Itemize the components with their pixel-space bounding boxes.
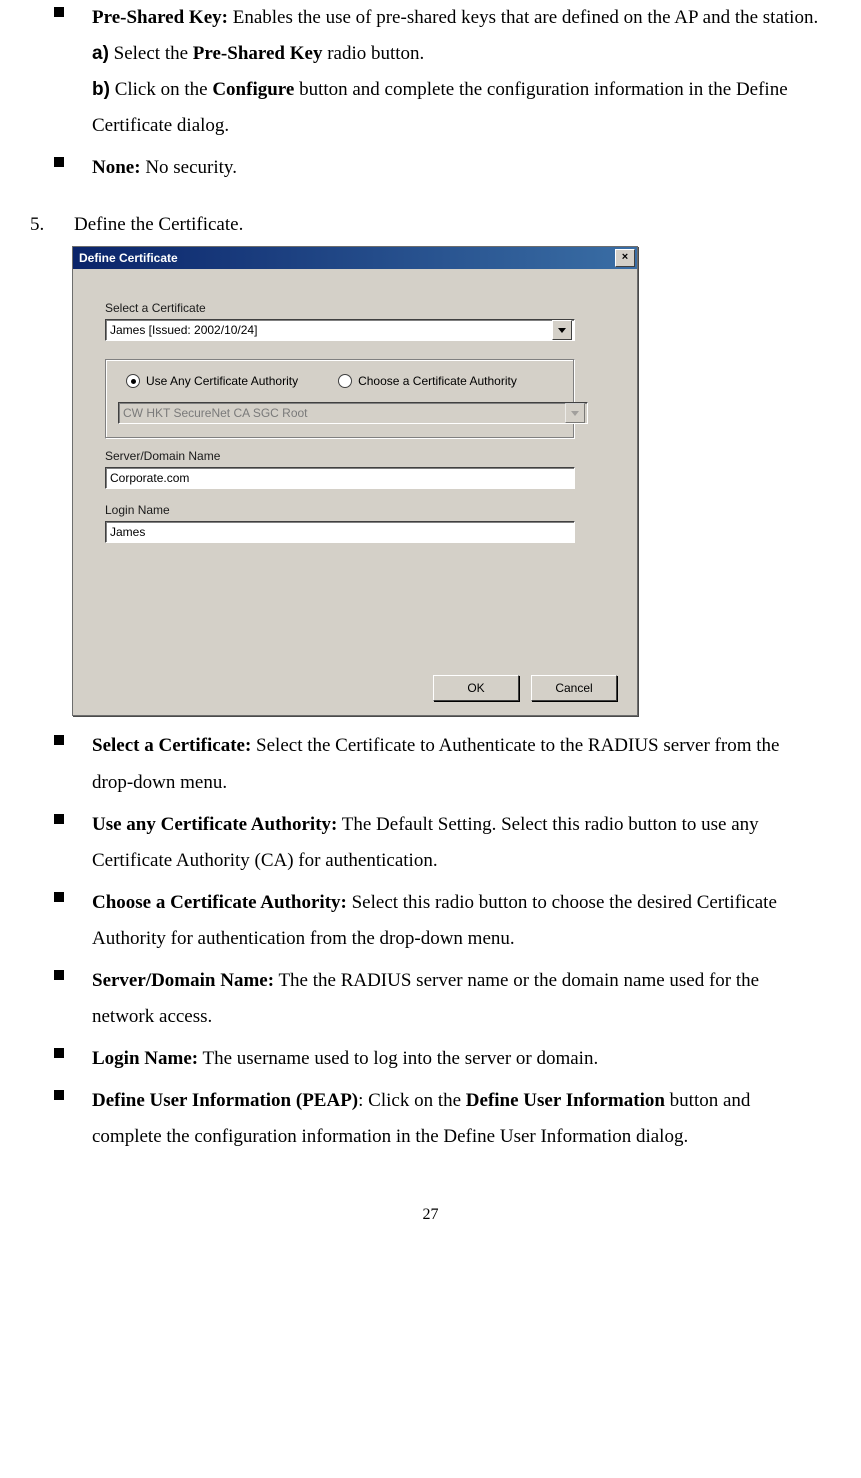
bold-inline: Define User Information [466, 1090, 665, 1111]
cancel-label: Cancel [555, 681, 592, 695]
server-domain-value: Corporate.com [110, 471, 189, 485]
ca-combo: CW HKT SecureNet CA SGC Root [118, 402, 588, 424]
substep-post: radio button. [322, 43, 424, 64]
term: Login Name: [92, 1048, 198, 1069]
list-item: Login Name: The username used to log int… [28, 1041, 833, 1077]
square-bullet-icon [54, 7, 64, 17]
substep-bold: Pre-Shared Key [193, 43, 323, 64]
square-bullet-icon [54, 1048, 64, 1058]
ca-groupbox: Use Any Certificate Authority Choose a C… [105, 359, 575, 439]
term: Use any Certificate Authority: [92, 814, 337, 835]
dialog-title: Define Certificate [79, 251, 178, 265]
term: Define User Information (PEAP) [92, 1090, 358, 1111]
page-number: 27 [28, 1206, 833, 1224]
text-pre: : Click on the [358, 1090, 466, 1111]
radio-choose-ca[interactable]: Choose a Certificate Authority [338, 374, 517, 388]
chevron-down-icon [565, 403, 585, 423]
square-bullet-icon [54, 735, 64, 745]
ca-combo-value: CW HKT SecureNet CA SGC Root [123, 406, 565, 420]
term: Select a Certificate: [92, 735, 251, 756]
term: None: [92, 157, 141, 178]
login-name-input[interactable]: James [105, 521, 575, 543]
close-icon[interactable]: × [615, 249, 635, 267]
select-cert-combo[interactable]: James [Issued: 2002/10/24] [105, 319, 575, 341]
dialog-titlebar: Define Certificate × [73, 247, 637, 269]
substep-pre: Click on the [110, 79, 212, 100]
select-cert-value: James [Issued: 2002/10/24] [110, 323, 552, 337]
substep-pre: Select the [109, 43, 193, 64]
radio-icon [338, 374, 352, 388]
term: Pre-Shared Key: [92, 7, 228, 28]
top-bullet-list: Pre-Shared Key: Enables the use of pre-s… [28, 0, 833, 186]
step-number: 5. [28, 214, 74, 236]
define-certificate-dialog: Define Certificate × Select a Certificat… [72, 246, 638, 716]
bullet-none: None: No security. [28, 150, 833, 186]
substep-label: a) [92, 43, 109, 64]
square-bullet-icon [54, 814, 64, 824]
ok-label: OK [467, 681, 484, 695]
term-text: The username used to log into the server… [198, 1048, 598, 1069]
square-bullet-icon [54, 970, 64, 980]
step-text: Define the Certificate. [74, 214, 833, 236]
list-item: Select a Certificate: Select the Certifi… [28, 728, 833, 800]
substep-bold: Configure [212, 79, 294, 100]
login-name-value: James [110, 525, 145, 539]
step-5: 5. Define the Certificate. [28, 214, 833, 236]
radio-icon [126, 374, 140, 388]
square-bullet-icon [54, 1090, 64, 1100]
list-item: Use any Certificate Authority: The Defau… [28, 807, 833, 879]
cancel-button[interactable]: Cancel [531, 675, 617, 701]
substep-label: b) [92, 79, 110, 100]
term: Choose a Certificate Authority: [92, 892, 347, 913]
ok-button[interactable]: OK [433, 675, 519, 701]
list-item: Define User Information (PEAP): Click on… [28, 1083, 833, 1155]
term-text: No security. [141, 157, 237, 178]
square-bullet-icon [54, 157, 64, 167]
bullet-psk: Pre-Shared Key: Enables the use of pre-s… [28, 0, 833, 144]
radio-choose-label: Choose a Certificate Authority [358, 374, 517, 388]
server-domain-label: Server/Domain Name [105, 449, 605, 463]
login-name-label: Login Name [105, 503, 605, 517]
bottom-bullet-list: Select a Certificate: Select the Certifi… [28, 728, 833, 1155]
term-text: Enables the use of pre-shared keys that … [228, 7, 818, 28]
list-item: Server/Domain Name: The the RADIUS serve… [28, 963, 833, 1035]
select-cert-label: Select a Certificate [105, 301, 605, 315]
term: Server/Domain Name: [92, 970, 274, 991]
list-item: Choose a Certificate Authority: Select t… [28, 885, 833, 957]
square-bullet-icon [54, 892, 64, 902]
server-domain-input[interactable]: Corporate.com [105, 467, 575, 489]
radio-use-any-ca[interactable]: Use Any Certificate Authority [126, 374, 298, 388]
radio-use-any-label: Use Any Certificate Authority [146, 374, 298, 388]
chevron-down-icon[interactable] [552, 320, 572, 340]
